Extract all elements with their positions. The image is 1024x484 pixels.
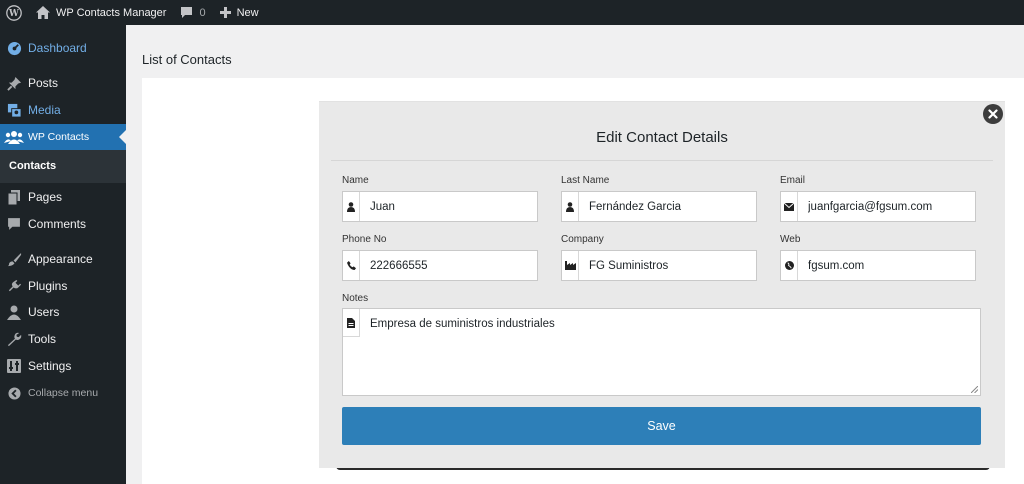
phone-label: Phone No xyxy=(342,234,387,245)
admin-sidebar: Dashboard Posts Media WP Contacts Contac… xyxy=(0,25,126,484)
wp-contacts-submenu: Contacts xyxy=(0,150,126,183)
paintbrush-icon xyxy=(0,252,28,267)
sidebar-item-media[interactable]: Media xyxy=(0,97,126,123)
name-field xyxy=(342,191,538,222)
company-label: Company xyxy=(561,234,604,245)
sidebar-item-label: Collapse menu xyxy=(28,387,99,399)
name-label: Name xyxy=(342,175,369,186)
company-input[interactable] xyxy=(589,259,739,272)
sidebar-item-users[interactable]: Users xyxy=(0,299,126,325)
email-field xyxy=(780,191,976,222)
sidebar-item-label: Posts xyxy=(28,76,59,90)
sidebar-item-plugins[interactable]: Plugins xyxy=(0,273,126,299)
industry-icon xyxy=(562,251,579,280)
email-input[interactable] xyxy=(808,200,958,213)
last-name-input[interactable] xyxy=(589,200,739,213)
name-input[interactable] xyxy=(370,200,520,213)
sidebar-item-tools[interactable]: Tools xyxy=(0,326,126,352)
svg-text:W: W xyxy=(8,9,19,19)
sidebar-item-label: WP Contacts xyxy=(28,131,90,143)
wordpress-logo-icon[interactable]: W xyxy=(0,0,29,25)
web-label: Web xyxy=(780,234,801,245)
last-name-field xyxy=(561,191,757,222)
new-content-link[interactable]: New xyxy=(213,0,266,25)
notes-label: Notes xyxy=(342,293,369,304)
phone-icon xyxy=(343,251,360,280)
site-name: WP Contacts Manager xyxy=(56,6,167,19)
comment-icon xyxy=(181,7,193,18)
envelope-icon xyxy=(781,192,798,221)
sidebar-item-label: Users xyxy=(28,305,60,319)
dashboard-icon xyxy=(0,41,28,56)
sidebar-item-label: Pages xyxy=(28,190,63,204)
pin-icon xyxy=(0,76,28,91)
sidebar-item-label: Plugins xyxy=(28,279,68,293)
collapse-menu-button[interactable]: Collapse menu xyxy=(0,380,126,406)
media-icon xyxy=(0,103,28,118)
plus-icon xyxy=(219,7,231,18)
comments-count: 0 xyxy=(199,6,206,19)
sidebar-item-appearance[interactable]: Appearance xyxy=(0,246,126,272)
admin-bar: W WP Contacts Manager 0 New xyxy=(0,0,1024,25)
sidebar-item-label: Settings xyxy=(28,359,72,373)
sidebar-item-label: Tools xyxy=(28,332,57,346)
new-label: New xyxy=(236,6,259,19)
web-field xyxy=(780,250,976,281)
submenu-item-contacts[interactable]: Contacts xyxy=(9,160,56,172)
sidebar-item-dashboard[interactable]: Dashboard xyxy=(0,35,126,61)
sidebar-item-label: Appearance xyxy=(28,252,93,266)
sidebar-item-label: Dashboard xyxy=(28,41,87,55)
site-name-link[interactable]: WP Contacts Manager xyxy=(29,0,173,25)
sidebar-item-posts[interactable]: Posts xyxy=(0,70,126,96)
home-icon xyxy=(36,6,50,19)
company-field xyxy=(561,250,757,281)
sidebar-item-wp-contacts[interactable]: WP Contacts xyxy=(0,124,126,150)
user-icon xyxy=(0,305,28,320)
phone-field xyxy=(342,250,538,281)
document-icon xyxy=(343,309,360,337)
wrench-icon xyxy=(0,332,28,347)
users-group-icon xyxy=(0,130,28,145)
notes-textarea[interactable]: Empresa de suministros industriales xyxy=(370,318,970,388)
comments-link[interactable]: 0 xyxy=(173,0,212,25)
resize-handle-icon[interactable] xyxy=(971,386,978,393)
collapse-icon xyxy=(0,386,28,400)
user-icon xyxy=(562,192,579,221)
save-button[interactable]: Save xyxy=(342,407,981,445)
modal-divider xyxy=(331,160,993,161)
modal-title: Edit Contact Details xyxy=(596,129,728,146)
user-icon xyxy=(343,192,360,221)
plugin-icon xyxy=(0,279,28,294)
last-name-label: Last Name xyxy=(561,175,610,186)
sidebar-item-comments[interactable]: Comments xyxy=(0,211,126,237)
sidebar-item-pages[interactable]: Pages xyxy=(0,184,126,210)
notes-field: Empresa de suministros industriales xyxy=(342,308,981,396)
page-title: List of Contacts xyxy=(142,52,232,67)
phone-input[interactable] xyxy=(370,259,520,272)
web-input[interactable] xyxy=(808,259,958,272)
close-icon[interactable] xyxy=(983,104,1003,124)
email-label: Email xyxy=(780,175,806,186)
settings-icon xyxy=(0,359,28,373)
sidebar-item-label: Comments xyxy=(28,217,87,231)
globe-icon xyxy=(781,251,798,280)
comment-icon xyxy=(0,217,28,231)
sidebar-item-label: Media xyxy=(28,103,61,117)
pages-icon xyxy=(0,189,28,205)
sidebar-item-settings[interactable]: Settings xyxy=(0,353,126,379)
